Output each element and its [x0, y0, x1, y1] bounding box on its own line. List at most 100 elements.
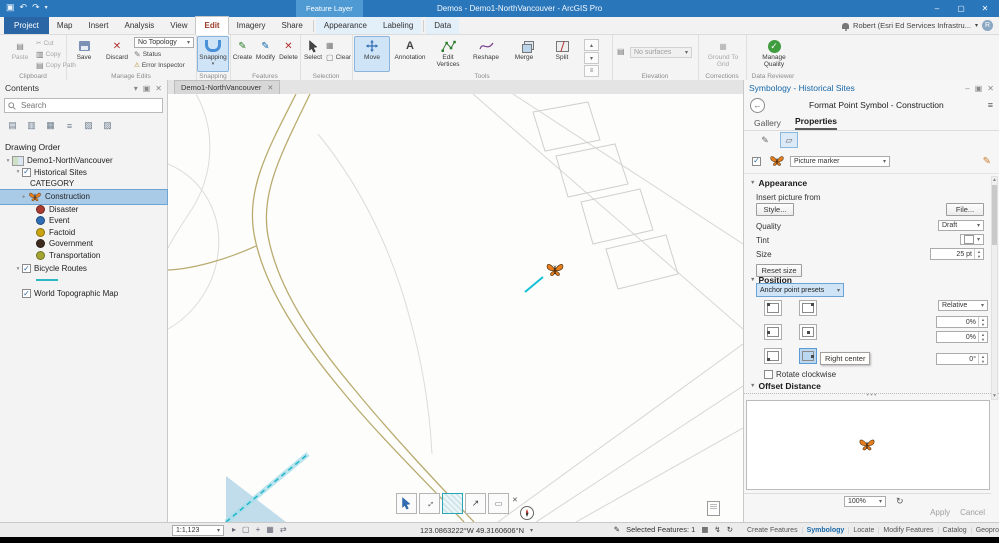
tree-item-government[interactable]: Government [0, 238, 167, 250]
layers-subtab-icon[interactable]: ▱ [780, 132, 798, 148]
user-dropdown-icon[interactable]: ▾ [975, 22, 978, 29]
pane-tab-create-features[interactable]: Create Features [743, 527, 803, 534]
scale-dropdown[interactable]: 1:1,123 ▾ [172, 525, 224, 536]
gallery-scroll-down-icon[interactable]: ▾ [584, 52, 599, 64]
tab-labeling[interactable]: Labeling [375, 17, 421, 34]
anchor-preset-right-center[interactable] [799, 348, 817, 364]
paste-button[interactable]: ▤ Paste [2, 36, 38, 72]
color-brush-icon[interactable]: ✎ [983, 156, 991, 167]
layer-checkbox[interactable]: ✓ [22, 264, 31, 273]
size-spinner[interactable]: 25 pt ▲▼ [930, 248, 984, 260]
tree-item-historical-sites[interactable]: ▾ ✓ Historical Sites [0, 167, 167, 179]
tree-item-event[interactable]: Event [0, 215, 167, 227]
swap-extent-icon[interactable]: ⇄ [280, 525, 287, 534]
ground-to-grid-button[interactable]: ▦ Ground To Grid [701, 36, 745, 72]
attributes-button[interactable]: ▦ [326, 40, 351, 50]
snapping-button[interactable]: Snapping ▾ [197, 36, 229, 72]
relative-dropdown[interactable]: Relative▾ [938, 300, 988, 311]
list-by-editing-icon[interactable]: ≡ [62, 118, 77, 133]
create-features-button[interactable]: ✎ Create [231, 36, 254, 72]
pane-scrollbar[interactable]: ▲ ▼ [991, 176, 998, 400]
spinner-arrows[interactable]: ▲▼ [978, 332, 987, 342]
expand-icon[interactable]: ▾ [14, 169, 22, 175]
pin-icon[interactable]: ▣ [143, 84, 151, 93]
maximize-button[interactable]: ▢ [949, 0, 973, 17]
pane-tab-catalog[interactable]: Catalog [939, 527, 972, 534]
expand-icon[interactable]: ▾ [14, 266, 22, 272]
symbol-subtab-icon[interactable]: ✎ [756, 132, 774, 148]
tab-edit[interactable]: Edit [195, 16, 228, 35]
rotate-clockwise-checkbox[interactable] [764, 370, 773, 379]
marker-type-dropdown[interactable]: Picture marker▾ [790, 156, 890, 167]
add-data-icon[interactable]: + [256, 525, 261, 534]
pane-splitter[interactable]: • • • [744, 393, 999, 398]
manage-quality-button[interactable]: ✓ Manage Quality [751, 36, 797, 72]
delete-features-button[interactable]: ✕ Delete [277, 36, 300, 72]
map-canvas[interactable]: ↔ ↗ ▭ ✕ [168, 94, 743, 522]
refresh-map-icon[interactable]: ↻ [727, 525, 733, 534]
map-view-tab[interactable]: Demo1-NorthVancouver ✕ [174, 80, 280, 94]
elevation-surface-dropdown[interactable]: No surfaces▾ [630, 47, 692, 58]
close-tab-icon[interactable]: ✕ [267, 84, 273, 92]
explore-tool-button[interactable] [396, 493, 417, 514]
list-by-labeling-icon[interactable]: ▨ [100, 118, 115, 133]
tab-gallery[interactable]: Gallery [754, 118, 781, 130]
reshape-tool-button[interactable]: Reshape [468, 36, 504, 72]
gallery-scroll-up-icon[interactable]: ▴ [584, 39, 599, 51]
anchor-preset-top-right[interactable] [799, 300, 817, 316]
pointer-tool-icon[interactable]: ▸ [232, 525, 236, 534]
edit-vertices-button[interactable]: Edit Vertices [430, 36, 466, 72]
construction-feature-symbol[interactable] [545, 260, 565, 280]
close-pane-icon[interactable]: ✕ [155, 84, 162, 93]
avatar[interactable]: R [982, 20, 993, 31]
tab-properties[interactable]: Properties [795, 116, 837, 130]
pane-menu-icon[interactable]: ▾ [134, 84, 138, 93]
scroll-up-icon[interactable]: ▲ [992, 177, 997, 183]
zoom-to-selection-button[interactable]: ↗ [465, 493, 486, 514]
pane-options-icon[interactable]: ≡ [988, 100, 993, 110]
anchor-preset-top-left[interactable] [764, 300, 782, 316]
discard-edits-button[interactable]: ✕ Discard [100, 36, 134, 72]
select-button[interactable]: Select [301, 36, 325, 72]
tree-item-map[interactable]: ▾ Demo1-NorthVancouver [0, 155, 167, 167]
layer-checkbox[interactable]: ✓ [22, 289, 31, 298]
spinner-arrows[interactable]: ▲▼ [978, 354, 987, 364]
list-by-snapping-icon[interactable]: ▧ [81, 118, 96, 133]
scroll-thumb[interactable] [992, 185, 997, 245]
edit-status-button[interactable]: ✎Status [134, 49, 194, 59]
save-edits-button[interactable]: Save [68, 36, 100, 72]
tree-item-factoid[interactable]: Factoid [0, 227, 167, 239]
redo-icon[interactable]: ↷ [32, 2, 40, 13]
tab-share[interactable]: Share [274, 17, 311, 34]
move-tool-button[interactable]: Move [354, 36, 390, 72]
expand-icon[interactable]: ▸ [20, 194, 28, 200]
topology-dropdown[interactable]: No Topology▾ [134, 37, 194, 48]
quality-dropdown[interactable]: Draft▾ [938, 220, 984, 231]
tree-item-construction[interactable]: ▸ Construction [0, 190, 167, 204]
tab-imagery[interactable]: Imagery [229, 17, 274, 34]
close-button[interactable]: ✕ [973, 0, 997, 17]
preview-zoom-dropdown[interactable]: 100%▾ [844, 496, 886, 507]
cancel-button[interactable]: Cancel [960, 508, 985, 517]
anchor-preset-center[interactable] [799, 324, 817, 340]
tree-item-transportation[interactable]: Transportation [0, 250, 167, 262]
contents-search[interactable] [4, 98, 163, 113]
tab-appearance[interactable]: Appearance [316, 17, 375, 34]
file-button[interactable]: File... [946, 203, 984, 216]
tab-insert[interactable]: Insert [80, 17, 116, 34]
tab-project[interactable]: Project [4, 17, 49, 34]
anchor-x-spinner[interactable]: 0% ▲▼ [936, 316, 988, 328]
grid-view-icon[interactable]: ▦ [266, 525, 274, 534]
attribute-table-icon[interactable]: ▦ [701, 525, 708, 534]
scroll-down-icon[interactable]: ▼ [992, 393, 997, 399]
bicycle-route-symbol-row[interactable] [0, 275, 167, 287]
close-pane-icon[interactable]: ✕ [987, 84, 994, 93]
merge-tool-button[interactable]: Merge [506, 36, 542, 72]
split-tool-button[interactable]: Split [544, 36, 580, 72]
notifications-icon[interactable] [842, 23, 849, 29]
zoom-full-extent-button[interactable]: ↔ [419, 493, 440, 514]
refresh-preview-icon[interactable]: ↻ [896, 496, 904, 507]
pane-tab-locate[interactable]: Locate [849, 527, 879, 534]
pane-tab-modify-features[interactable]: Modify Features [879, 527, 938, 534]
list-by-selection-icon[interactable]: ▦ [43, 118, 58, 133]
